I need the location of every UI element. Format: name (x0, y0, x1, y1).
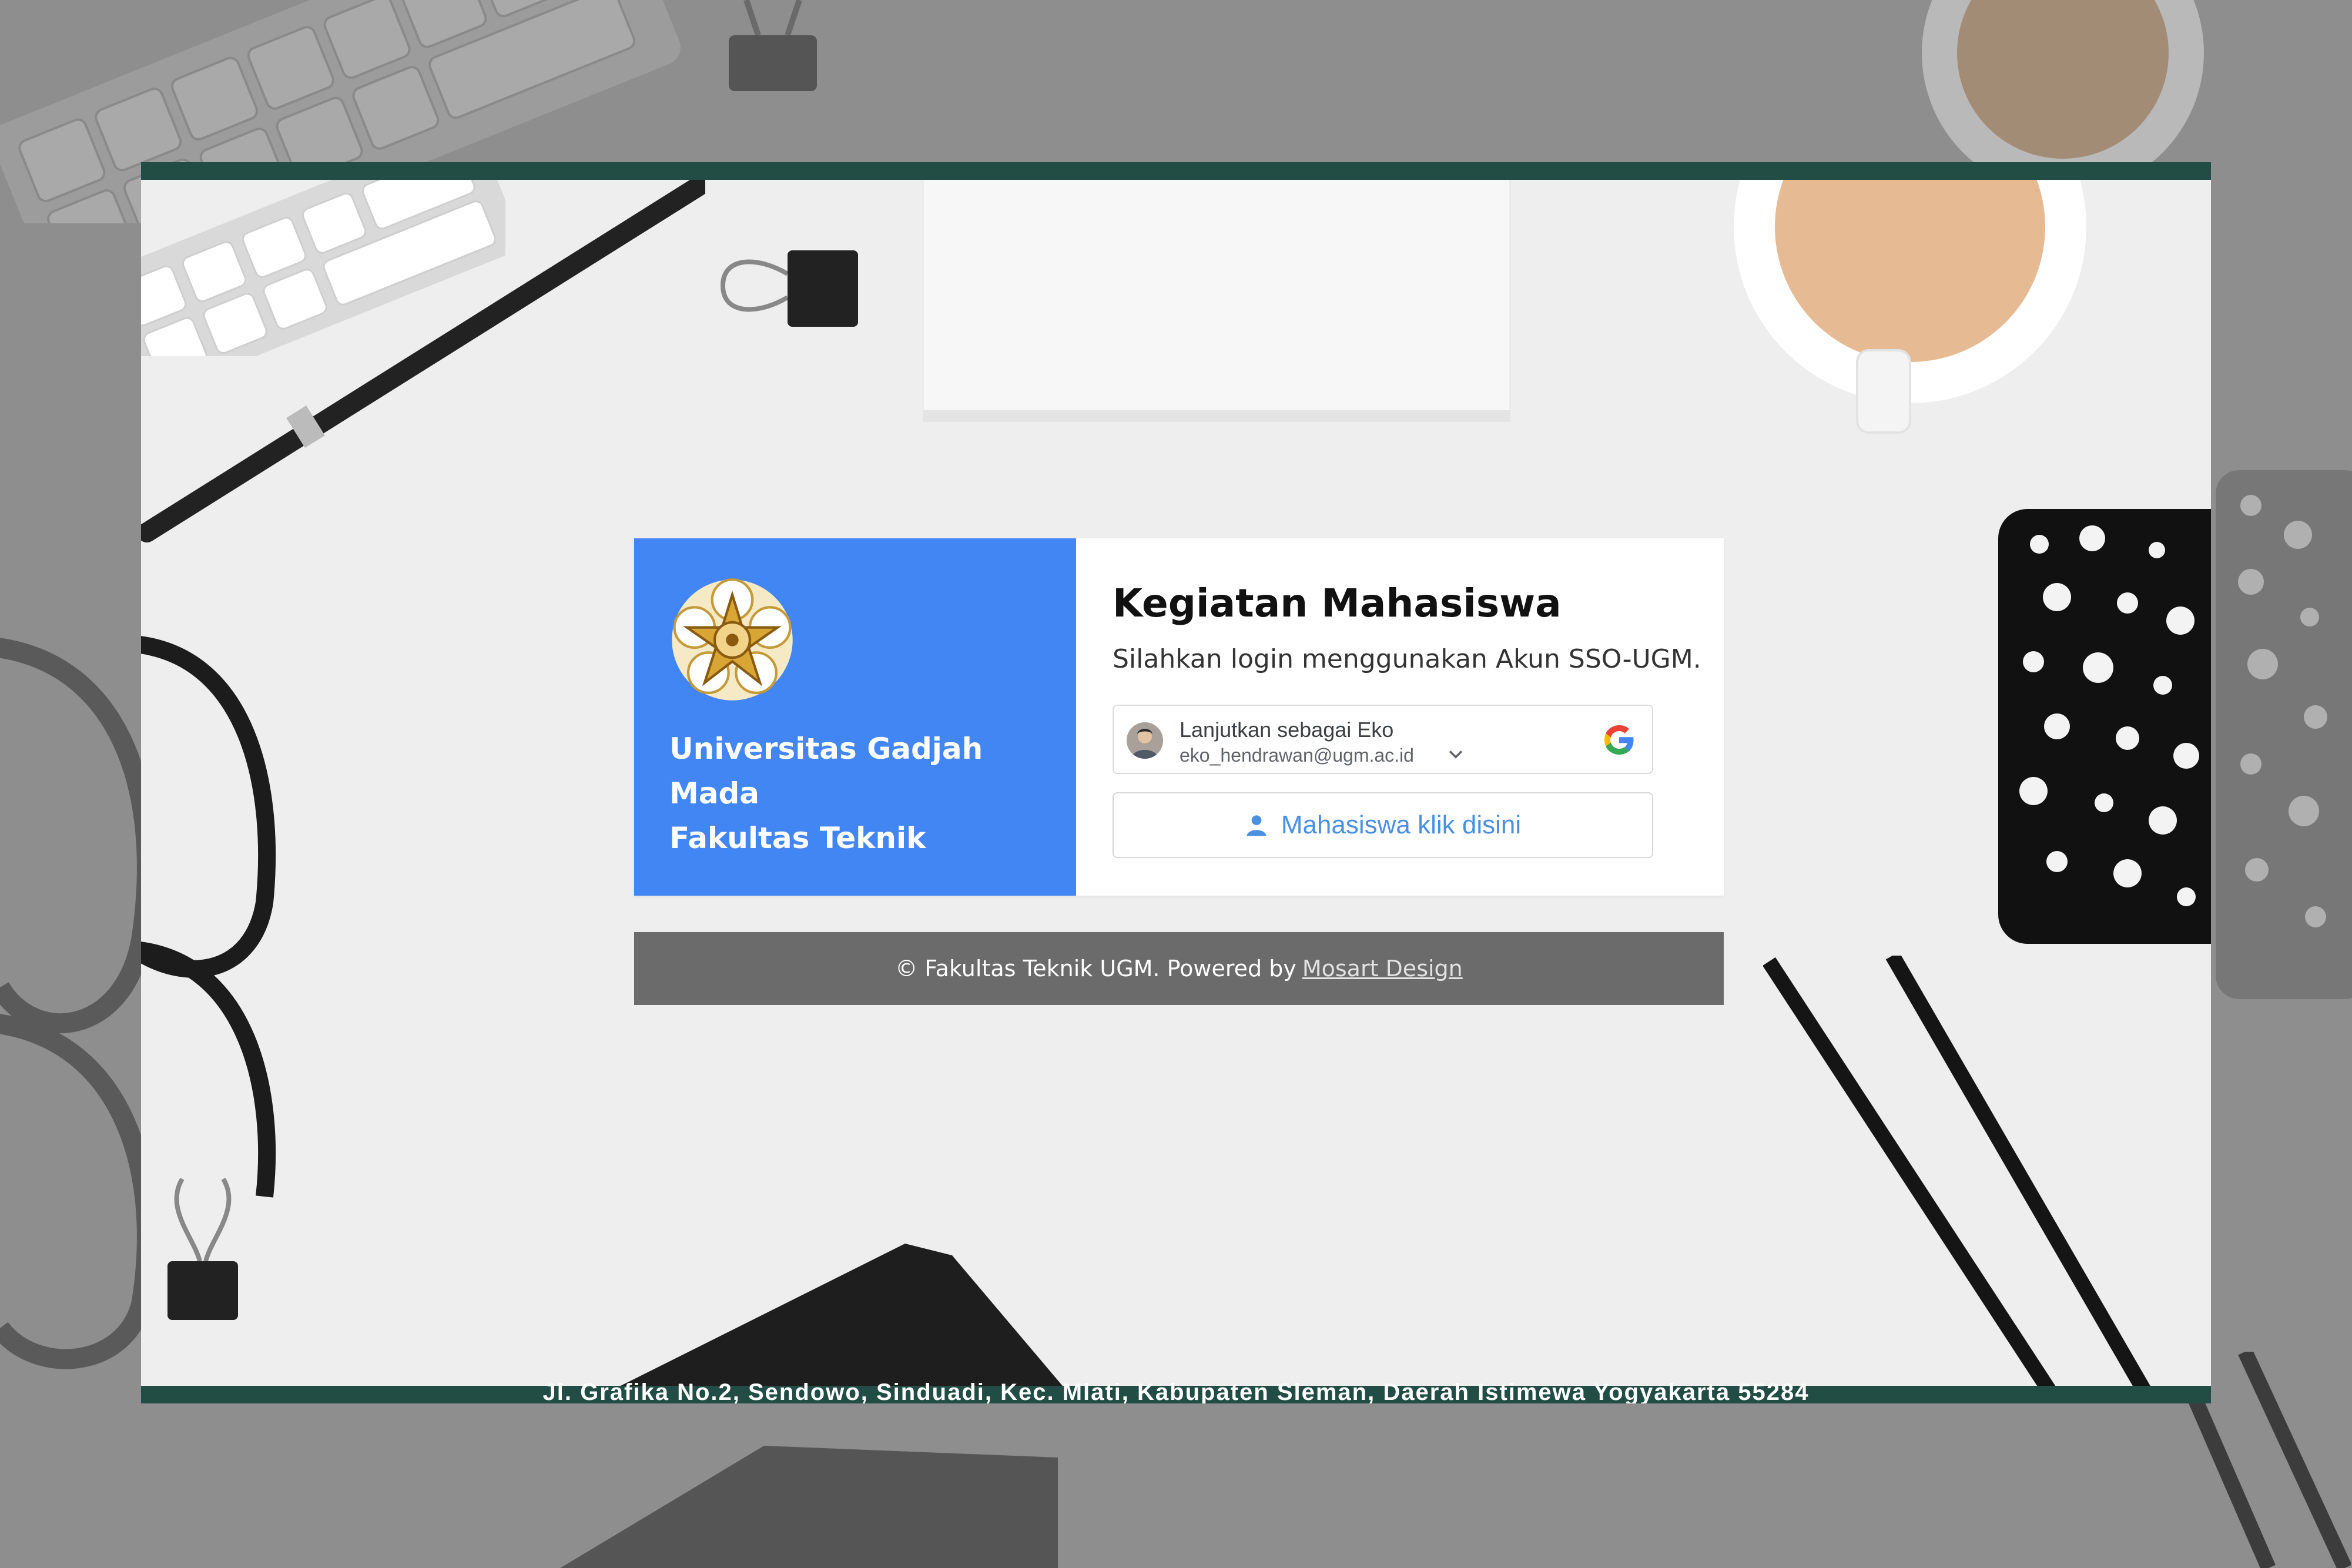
copyright-text: © Fakultas Teknik UGM. Powered by (895, 956, 1296, 981)
user-icon (1247, 815, 1267, 836)
google-account-email: eko_hendrawan@ugm.ac.id (1180, 745, 1414, 766)
polka-dot-case-image (2216, 470, 2352, 999)
pencils-image (1763, 956, 2158, 1402)
institution-panel: Universitas Gadjah Mada Fakultas Teknik (634, 538, 1076, 896)
desk-background: Jl. Grafika No.2, Sendowo, Sinduadi, Kec… (0, 0, 2352, 1568)
frame-top-bar (141, 162, 2211, 180)
google-account-label: Lanjutkan sebagai Eko (1180, 718, 1394, 742)
binder-clip-image (167, 1177, 238, 1320)
login-panel: Kegiatan Mahasiswa Silahkan login menggu… (1076, 538, 1724, 896)
notebook-image (560, 1446, 1058, 1568)
google-icon (1604, 725, 1634, 755)
login-instructions: Silahkan login menggunakan Akun SSO-UGM. (1113, 644, 1701, 674)
pen-image (141, 180, 705, 542)
binder-clip-image (729, 0, 817, 91)
glasses-image (141, 636, 276, 1198)
university-name: Universitas Gadjah Mada (669, 732, 983, 810)
mosart-design-link[interactable]: Mosart Design (1302, 956, 1463, 981)
google-signin-button[interactable]: Lanjutkan sebagai Eko eko_hendrawan@ugm.… (1113, 705, 1653, 774)
login-card: Universitas Gadjah Mada Fakultas Teknik … (634, 538, 1724, 896)
frame-bottom-bar: Jl. Grafika No.2, Sendowo, Sinduadi, Kec… (141, 1379, 2211, 1403)
notepad-image (923, 180, 1510, 422)
polka-dot-case-image (1998, 509, 2211, 944)
ugm-logo-icon (672, 578, 793, 701)
notebook-image (585, 1244, 1078, 1403)
address-text: Jl. Grafika No.2, Sendowo, Sinduadi, Kec… (542, 1379, 1810, 1403)
faculty-name: Fakultas Teknik (669, 821, 926, 855)
chevron-down-icon[interactable] (1446, 745, 1466, 765)
student-login-button[interactable]: Mahasiswa klik disini (1113, 792, 1653, 858)
page-title: Kegiatan Mahasiswa (1113, 581, 1562, 626)
footer-bar: © Fakultas Teknik UGM. Powered by Mosart… (634, 932, 1724, 1005)
coffee-cup-image (1734, 180, 2086, 434)
binder-clip-image (721, 250, 858, 327)
institution-name: Universitas Gadjah Mada Fakultas Teknik (669, 726, 1076, 860)
avatar (1127, 722, 1163, 759)
student-login-label: Mahasiswa klik disini (1281, 810, 1522, 839)
